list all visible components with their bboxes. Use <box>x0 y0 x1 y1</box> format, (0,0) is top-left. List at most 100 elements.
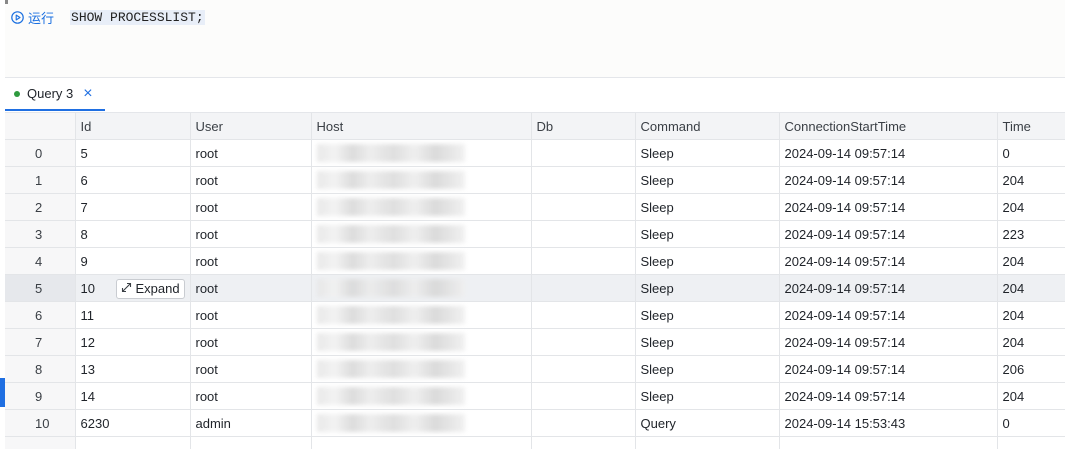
table-row[interactable]: 6 11 root Sleep 2024-09-14 09:57:14 204 <box>5 301 1065 329</box>
time-cell[interactable]: 204 <box>997 382 1065 410</box>
db-cell[interactable] <box>531 409 636 437</box>
command-cell[interactable]: Sleep <box>635 355 780 383</box>
time-cell[interactable]: 204 <box>997 301 1065 329</box>
table-row[interactable]: 3 8 root Sleep 2024-09-14 09:57:14 223 <box>5 220 1065 248</box>
id-cell[interactable]: 5 <box>75 139 191 167</box>
db-cell[interactable] <box>531 166 636 194</box>
time-cell[interactable]: 223 <box>997 220 1065 248</box>
command-cell[interactable]: Sleep <box>635 139 780 167</box>
run-button[interactable]: 运行 <box>11 8 54 27</box>
user-cell[interactable]: root <box>190 355 312 383</box>
command-cell[interactable]: Sleep <box>635 220 780 248</box>
connection-start-time-cell[interactable]: 2024-09-14 09:57:14 <box>779 193 998 221</box>
id-cell[interactable]: 6230 <box>75 409 191 437</box>
host-cell[interactable] <box>311 139 532 167</box>
row-index-cell[interactable]: 8 <box>5 355 76 383</box>
column-header-time[interactable]: Time <box>997 113 1065 140</box>
id-cell[interactable]: 13 <box>75 355 191 383</box>
time-cell[interactable]: 204 <box>997 166 1065 194</box>
time-cell[interactable]: 0 <box>997 139 1065 167</box>
row-index-cell[interactable]: 2 <box>5 193 76 221</box>
table-row[interactable]: 5 10 Expand root Sleep 2024-09-14 09:57:14 204 <box>5 274 1065 302</box>
expand-button[interactable]: Expand <box>115 279 185 299</box>
db-cell[interactable] <box>531 382 636 410</box>
id-cell[interactable]: 11 <box>75 301 191 329</box>
host-cell[interactable] <box>311 166 532 194</box>
close-icon[interactable]: × <box>83 85 92 102</box>
time-cell[interactable]: 0 <box>997 409 1065 437</box>
command-cell[interactable]: Sleep <box>635 301 780 329</box>
table-row[interactable]: 8 13 root Sleep 2024-09-14 09:57:14 206 <box>5 355 1065 383</box>
command-cell[interactable]: Sleep <box>635 193 780 221</box>
id-cell[interactable]: 7 <box>75 193 191 221</box>
db-cell[interactable] <box>531 139 636 167</box>
row-index-cell[interactable]: 10 <box>5 409 76 437</box>
db-cell[interactable] <box>531 274 636 302</box>
row-index-cell[interactable]: 1 <box>5 166 76 194</box>
table-row[interactable]: 2 7 root Sleep 2024-09-14 09:57:14 204 <box>5 193 1065 221</box>
host-cell[interactable] <box>311 247 532 275</box>
command-cell[interactable]: Sleep <box>635 166 780 194</box>
connection-start-time-cell[interactable]: 2024-09-14 09:57:14 <box>779 355 998 383</box>
tab-query-3[interactable]: Query 3 × <box>5 78 105 111</box>
db-cell[interactable] <box>531 328 636 356</box>
connection-start-time-cell[interactable]: 2024-09-14 09:57:14 <box>779 301 998 329</box>
connection-start-time-cell[interactable]: 2024-09-14 09:57:14 <box>779 328 998 356</box>
connection-start-time-cell[interactable]: 2024-09-14 09:57:14 <box>779 247 998 275</box>
user-cell[interactable]: root <box>190 301 312 329</box>
connection-start-time-cell[interactable]: 2024-09-14 09:57:14 <box>779 139 998 167</box>
command-cell[interactable]: Sleep <box>635 247 780 275</box>
db-cell[interactable] <box>531 355 636 383</box>
user-cell[interactable]: root <box>190 220 312 248</box>
host-cell[interactable] <box>311 220 532 248</box>
time-cell[interactable]: 204 <box>997 274 1065 302</box>
time-cell[interactable]: 204 <box>997 247 1065 275</box>
connection-start-time-cell[interactable]: 2024-09-14 09:57:14 <box>779 166 998 194</box>
sql-editor[interactable]: 运行 SHOW PROCESSLIST; <box>5 0 1065 78</box>
host-cell[interactable] <box>311 328 532 356</box>
column-header-db[interactable]: Db <box>531 113 636 140</box>
host-cell[interactable] <box>311 193 532 221</box>
command-cell[interactable]: Sleep <box>635 382 780 410</box>
user-cell[interactable]: root <box>190 166 312 194</box>
user-cell[interactable]: root <box>190 247 312 275</box>
command-cell[interactable]: Query <box>635 409 780 437</box>
connection-start-time-cell[interactable]: 2024-09-14 09:57:14 <box>779 220 998 248</box>
user-cell[interactable]: root <box>190 274 312 302</box>
table-row[interactable]: 0 5 root Sleep 2024-09-14 09:57:14 0 <box>5 139 1065 167</box>
connection-start-time-cell[interactable]: 2024-09-14 09:57:14 <box>779 382 998 410</box>
row-index-cell[interactable]: 7 <box>5 328 76 356</box>
host-cell[interactable] <box>311 409 532 437</box>
command-cell[interactable]: Sleep <box>635 328 780 356</box>
row-index-cell[interactable]: 9 <box>5 382 76 410</box>
sql-statement[interactable]: SHOW PROCESSLIST; <box>70 9 205 25</box>
column-header-command[interactable]: Command <box>635 113 780 140</box>
db-cell[interactable] <box>531 247 636 275</box>
host-cell[interactable] <box>311 274 532 302</box>
id-cell[interactable]: 6 <box>75 166 191 194</box>
row-index-cell[interactable]: 4 <box>5 247 76 275</box>
user-cell[interactable]: root <box>190 328 312 356</box>
host-cell[interactable] <box>311 301 532 329</box>
host-cell[interactable] <box>311 355 532 383</box>
user-cell[interactable]: root <box>190 382 312 410</box>
time-cell[interactable]: 204 <box>997 193 1065 221</box>
user-cell[interactable]: root <box>190 193 312 221</box>
user-cell[interactable]: root <box>190 139 312 167</box>
connection-start-time-cell[interactable]: 2024-09-14 15:53:43 <box>779 409 998 437</box>
id-cell[interactable]: 9 <box>75 247 191 275</box>
table-row[interactable]: 1 6 root Sleep 2024-09-14 09:57:14 204 <box>5 166 1065 194</box>
column-header-host[interactable]: Host <box>311 113 532 140</box>
db-cell[interactable] <box>531 193 636 221</box>
row-index-cell[interactable]: 0 <box>5 139 76 167</box>
table-row[interactable]: 4 9 root Sleep 2024-09-14 09:57:14 204 <box>5 247 1065 275</box>
id-cell[interactable]: 10 Expand <box>75 274 191 302</box>
db-cell[interactable] <box>531 220 636 248</box>
column-header-user[interactable]: User <box>190 113 312 140</box>
id-cell[interactable]: 12 <box>75 328 191 356</box>
row-index-cell[interactable]: 5 <box>5 274 76 302</box>
table-row[interactable]: 10 6230 admin Query 2024-09-14 15:53:43 0 <box>5 409 1065 437</box>
user-cell[interactable]: admin <box>190 409 312 437</box>
id-cell[interactable]: 8 <box>75 220 191 248</box>
row-index-cell[interactable]: 3 <box>5 220 76 248</box>
